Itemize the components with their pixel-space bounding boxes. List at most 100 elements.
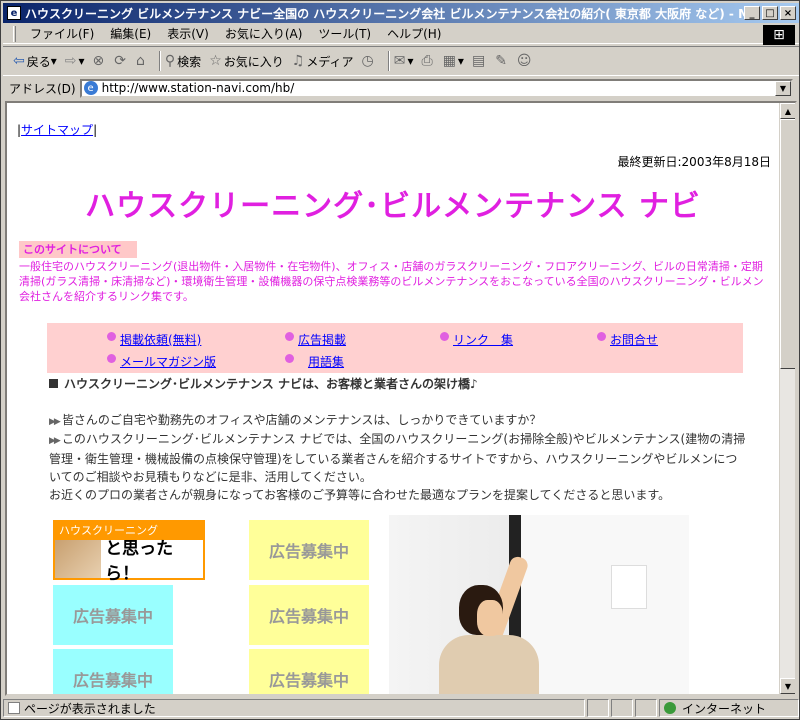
status-text: ページが表示されました xyxy=(24,701,156,716)
forward-arrow-icon: ⇨ xyxy=(64,53,77,69)
ad-slot[interactable]: 広告募集中 xyxy=(249,649,369,694)
status-pane xyxy=(587,699,609,717)
menu-help[interactable]: ヘルプ(H) xyxy=(379,25,449,42)
banner-image xyxy=(55,540,102,578)
paragraph-1-text: 皆さんのご自宅や勤務先のオフィスや店舗のメンテナンスは、しっかりできていますか？ xyxy=(61,413,542,427)
media-button[interactable]: ♫ メディア xyxy=(292,53,354,70)
back-label: 戻る xyxy=(26,54,51,69)
vertical-scrollbar[interactable]: ▲ ▼ xyxy=(779,103,795,694)
nav-link-glossary[interactable]: 用語集 xyxy=(308,353,344,370)
home-icon: ⌂ xyxy=(136,53,145,69)
print-icon: ⎙ xyxy=(421,53,433,69)
sitemap-link[interactable]: サイトマップ xyxy=(21,123,93,137)
close-button[interactable]: × xyxy=(780,6,796,20)
discuss-button[interactable]: ▤ xyxy=(472,53,487,69)
stop-button[interactable]: ⊗ xyxy=(93,53,107,69)
media-icon: ♫ xyxy=(291,53,305,69)
menu-bar: ファイル(F) 編集(E) 表示(V) お気に入り(A) ツール(T) ヘルプ(… xyxy=(3,24,799,44)
scroll-down-icon[interactable]: ▼ xyxy=(780,678,795,694)
nav-link-ad[interactable]: 広告掲載 xyxy=(298,331,346,348)
windows-logo-icon: ⊞ xyxy=(763,25,795,45)
scroll-thumb[interactable] xyxy=(780,119,795,369)
address-value: http://www.station-navi.com/hb/ xyxy=(101,81,295,95)
nav-item-contact: お問合せ xyxy=(597,331,658,348)
last-updated: 最終更新日:2003年8月18日 xyxy=(617,155,772,169)
bullet-icon xyxy=(285,332,294,341)
bullet-icon xyxy=(440,332,449,341)
print-button[interactable]: ⎙ xyxy=(421,53,434,69)
browser-window: e ハウスクリーニング ビルメンテナンス ナビー全国の ハウスクリーニング会社 … xyxy=(0,0,800,720)
title-bar: e ハウスクリーニング ビルメンテナンス ナビー全国の ハウスクリーニング会社 … xyxy=(3,3,799,23)
address-dropdown-icon[interactable]: ▼ xyxy=(775,80,791,96)
toolbar-separator-2 xyxy=(387,51,390,71)
bullet-icon xyxy=(285,354,294,363)
web-page: |サイトマップ| 最終更新日:2003年8月18日 ハウスクリーニング･ビルメン… xyxy=(7,103,779,694)
stop-icon: ⊗ xyxy=(92,53,105,69)
house-cleaning-banner[interactable]: ハウスクリーニング と思ったら！ xyxy=(53,520,205,584)
mail-button[interactable]: ✉ ▾ xyxy=(394,53,414,69)
ad-slot[interactable]: 広告募集中 xyxy=(53,649,173,694)
zone-text: インターネット xyxy=(682,701,767,716)
research-button[interactable]: ✎ xyxy=(495,53,509,69)
minimize-button[interactable]: _ xyxy=(744,6,760,20)
photo-face xyxy=(477,600,503,636)
address-input[interactable]: e http://www.station-navi.com/hb/ ▼ xyxy=(79,78,793,98)
nav-item-glossary: 用語集 xyxy=(285,353,344,370)
maximize-button[interactable]: □ xyxy=(762,6,778,20)
paragraph-2-text: このハウスクリーニング･ビルメンテナンス ナビでは、全国のハウスクリーニング(お… xyxy=(49,432,746,484)
back-button[interactable]: ⇦ 戻る ▾ xyxy=(13,53,57,70)
search-icon: ⚲ xyxy=(164,53,176,69)
search-label: 検索 xyxy=(177,54,202,69)
page-done-icon xyxy=(8,702,20,714)
paragraph-2: ▶▶ このハウスクリーニング･ビルメンテナンス ナビでは、全国のハウスクリーニング… xyxy=(49,430,749,486)
triangle-icon: ▶▶ xyxy=(49,436,61,446)
square-bullet-icon xyxy=(49,379,58,388)
address-label: アドレス(D) xyxy=(9,81,76,96)
media-label: メディア xyxy=(306,54,354,69)
forward-button[interactable]: ⇨ ▾ xyxy=(65,53,85,69)
messenger-icon: ☺ xyxy=(516,53,532,69)
window-title: ハウスクリーニング ビルメンテナンス ナビー全国の ハウスクリーニング会社 ビル… xyxy=(25,6,744,21)
toolbar: ⇦ 戻る ▾ ⇨ ▾ ⊗ ⟳ ⌂ ⚲ 検索 ☆ お気に入り ♫ メディア ◷ ✉ ▾ ⎙… xyxy=(3,46,799,76)
menu-tools[interactable]: ツール(T) xyxy=(310,25,379,42)
menu-file[interactable]: ファイル(F) xyxy=(22,25,102,42)
nav-item-ad: 広告掲載 xyxy=(285,331,346,348)
nav-link-links[interactable]: リンク 集 xyxy=(453,331,513,348)
menu-view[interactable]: 表示(V) xyxy=(159,25,217,42)
bullet-icon xyxy=(597,332,606,341)
menu-edit[interactable]: 編集(E) xyxy=(102,25,159,42)
ad-slot[interactable]: 広告募集中 xyxy=(53,585,173,645)
photo-window-pane xyxy=(521,515,689,694)
status-pane xyxy=(635,699,657,717)
discuss-icon: ▤ xyxy=(471,53,486,69)
back-arrow-icon: ⇦ xyxy=(13,53,25,69)
ad-slot[interactable]: 広告募集中 xyxy=(249,520,369,580)
photo-cloth xyxy=(611,565,647,609)
ad-slot[interactable]: 広告募集中 xyxy=(249,585,369,645)
tagline-text: ハウスクリーニング･ビルメンテナンス ナビは、お客様と業者さんの架け橋♪ xyxy=(64,377,478,391)
nav-link-listing[interactable]: 掲載依頼(無料) xyxy=(120,331,201,348)
nav-link-mailmag[interactable]: メールマガジン版 xyxy=(120,353,216,370)
search-button[interactable]: ⚲ 検索 xyxy=(165,53,201,70)
bullet-icon xyxy=(107,354,116,363)
status-pane xyxy=(611,699,633,717)
home-button[interactable]: ⌂ xyxy=(136,53,147,69)
about-label: このサイトについて xyxy=(19,241,137,258)
nav-box: 掲載依頼(無料) 広告掲載 リンク 集 お問合せ メールマガジン版 用語集 xyxy=(47,323,743,373)
nav-link-contact[interactable]: お問合せ xyxy=(610,331,658,348)
history-button[interactable]: ◷ xyxy=(362,53,376,69)
favorites-button[interactable]: ☆ お気に入り xyxy=(209,53,284,70)
favorites-icon: ☆ xyxy=(209,53,222,69)
menu-favorites[interactable]: お気に入り(A) xyxy=(217,25,311,42)
messenger-button[interactable]: ☺ xyxy=(517,53,534,69)
paragraph-1: ▶▶ 皆さんのご自宅や勤務先のオフィスや店舗のメンテナンスは、しっかりできています… xyxy=(49,411,749,431)
zone-pane: インターネット xyxy=(659,699,799,717)
triangle-icon: ▶▶ xyxy=(49,417,61,427)
edit-button[interactable]: ▦ ▾ xyxy=(443,53,464,69)
refresh-button[interactable]: ⟳ xyxy=(114,53,128,69)
refresh-icon: ⟳ xyxy=(114,53,127,69)
banner-text: と思ったら！ xyxy=(105,539,174,584)
favorites-label: お気に入り xyxy=(223,54,284,69)
scroll-up-icon[interactable]: ▲ xyxy=(780,103,795,119)
edit-icon: ▦ xyxy=(442,53,456,69)
